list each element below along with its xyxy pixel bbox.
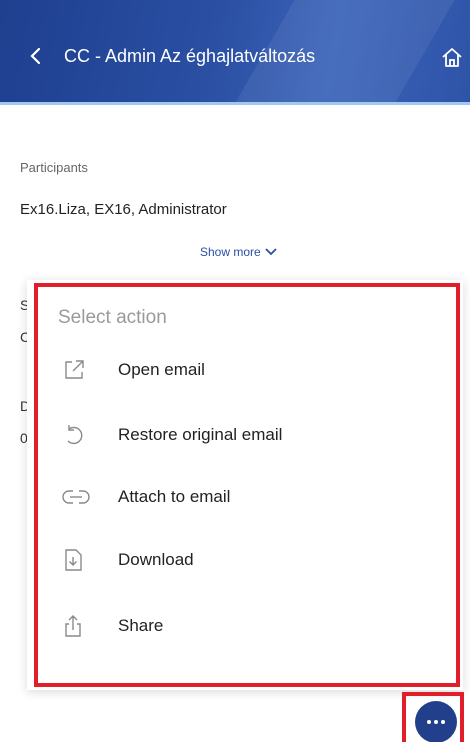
action-label: Share	[118, 616, 164, 635]
share-icon	[58, 611, 98, 641]
action-label: Restore original email	[118, 425, 283, 444]
show-more-link[interactable]: Show more	[200, 245, 277, 259]
action-share[interactable]: Share	[58, 606, 438, 646]
open-external-icon	[58, 355, 98, 385]
participants-value: Ex16.Liza, EX16, Administrator	[20, 201, 227, 218]
show-more-label: Show more	[200, 245, 261, 259]
restore-icon	[58, 420, 98, 450]
action-attach-to-email[interactable]: Attach to email	[58, 477, 438, 517]
ellipsis-icon	[427, 720, 431, 724]
page-title: CC - Admin Az éghajlatváltozás	[64, 46, 316, 66]
home-button[interactable]	[440, 46, 464, 70]
app-header: CC - Admin Az éghajlatváltozás	[0, 0, 470, 105]
link-icon	[58, 482, 98, 512]
back-button[interactable]	[24, 44, 48, 68]
chevron-left-icon	[30, 47, 41, 65]
action-label: Open email	[118, 360, 205, 379]
participants-label: Participants	[20, 160, 88, 175]
more-actions-button[interactable]	[415, 701, 457, 742]
action-open-email[interactable]: Open email	[58, 350, 438, 390]
action-label: Attach to email	[118, 487, 231, 506]
action-download[interactable]: Download	[58, 540, 438, 580]
action-sheet-title: Select action	[58, 307, 167, 328]
download-file-icon	[58, 545, 98, 575]
action-restore-original-email[interactable]: Restore original email	[58, 415, 438, 455]
action-label: Download	[118, 550, 194, 569]
chevron-down-icon	[265, 248, 277, 256]
home-icon	[442, 48, 462, 67]
